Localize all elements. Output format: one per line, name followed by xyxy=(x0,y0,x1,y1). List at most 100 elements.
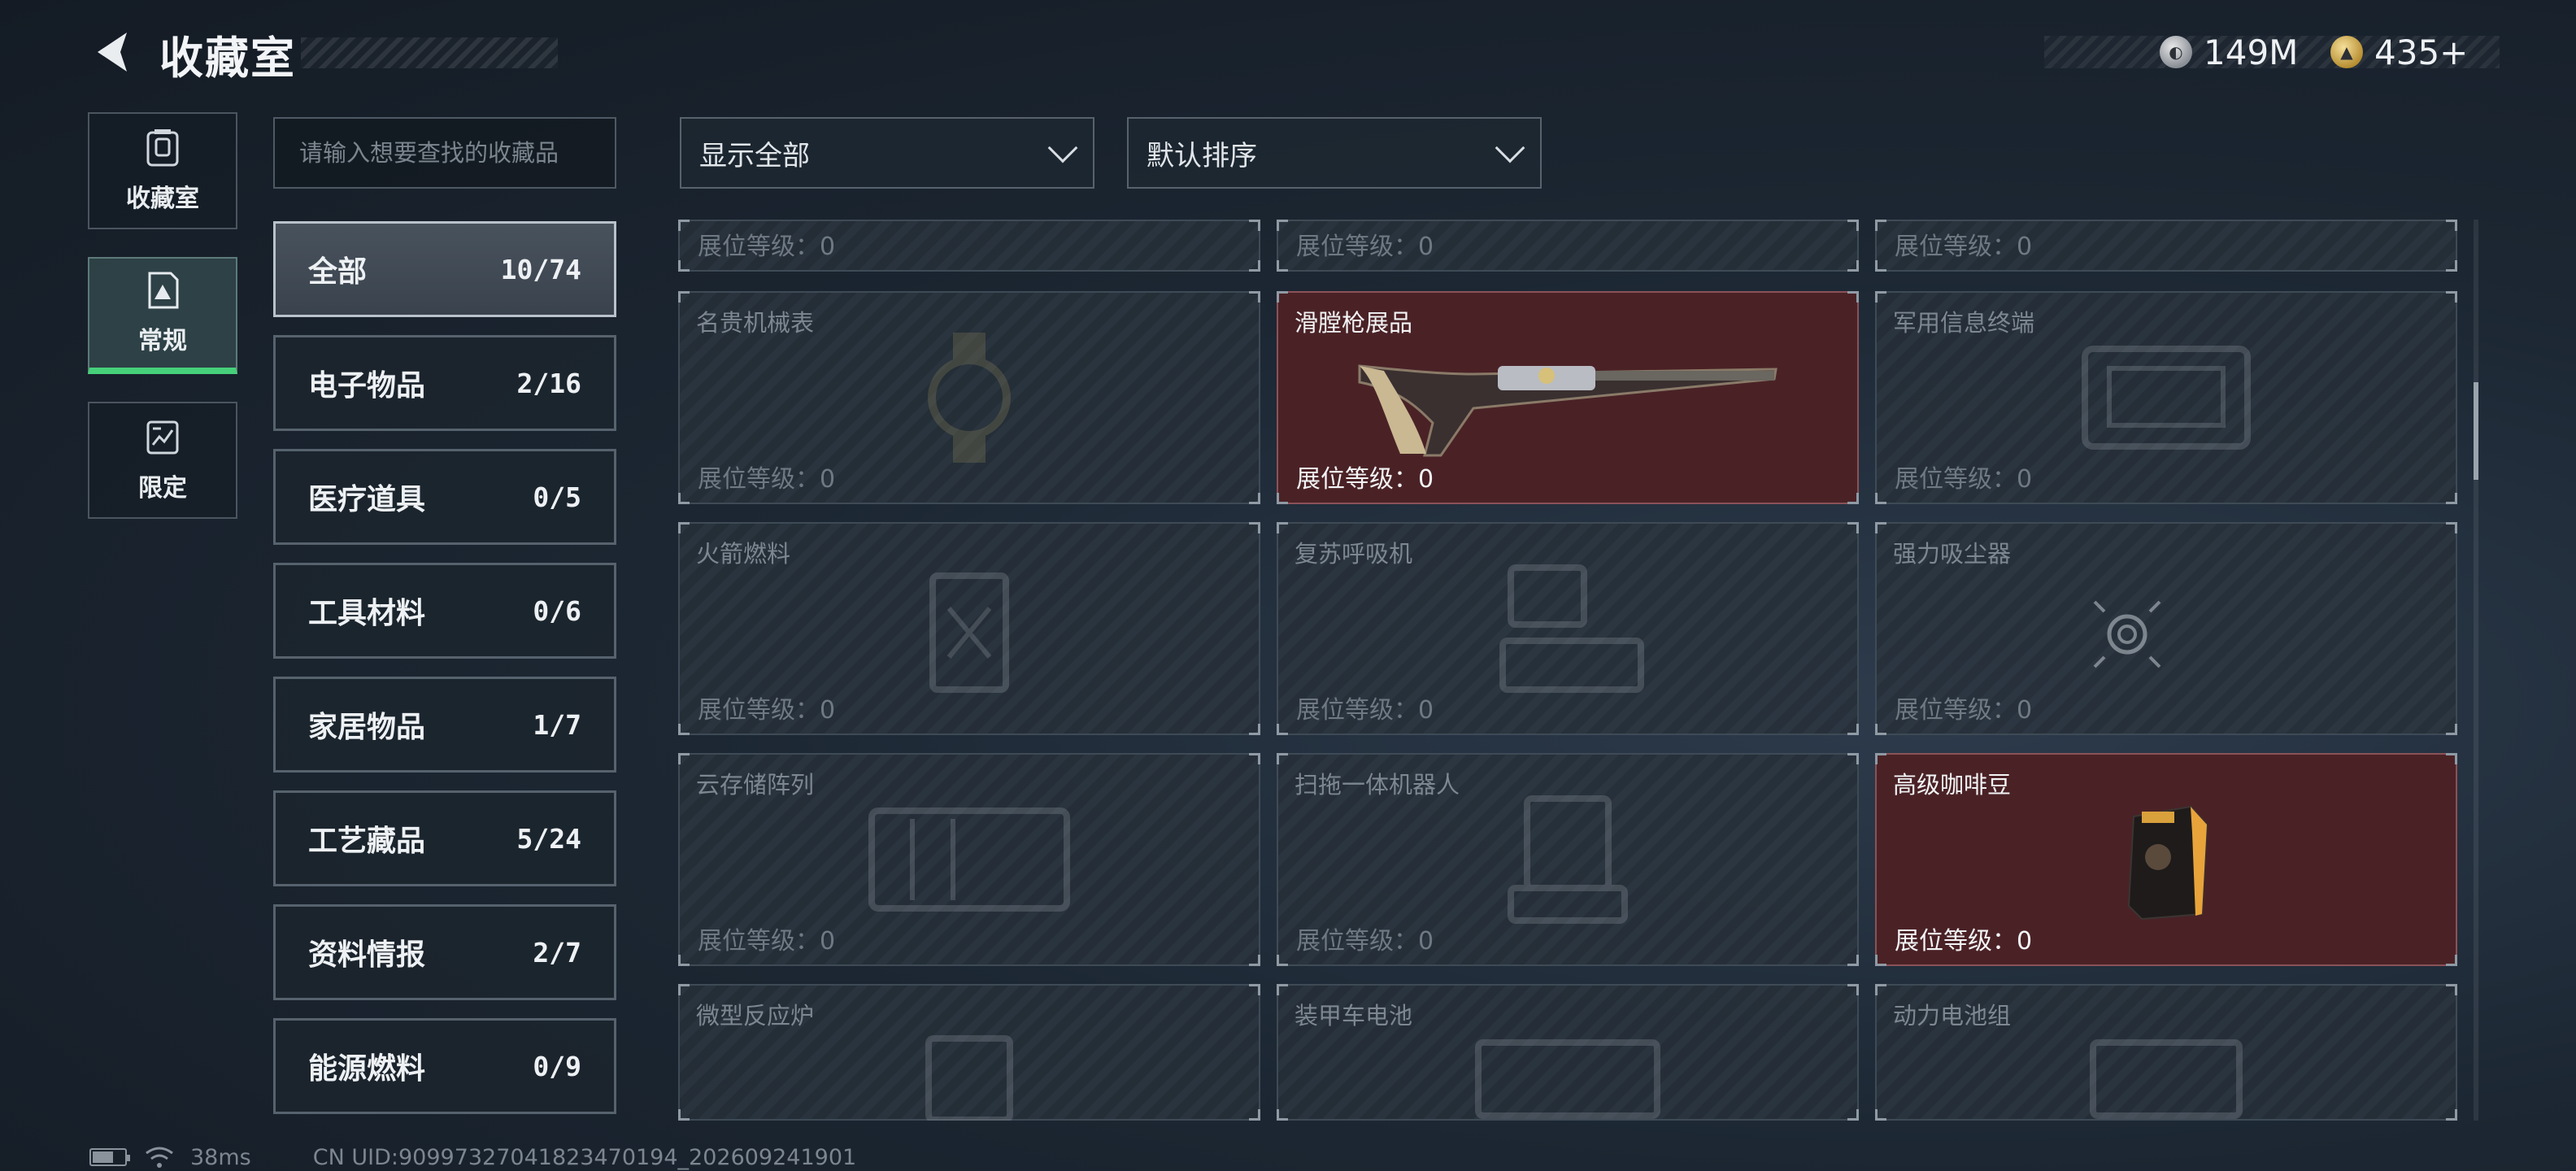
category-medical[interactable]: 医疗道具 0/5 xyxy=(273,449,616,545)
top-bar: 收藏室 ◐ 149M ▲ 435+ xyxy=(0,0,2576,106)
cell-corner-mark xyxy=(1249,493,1260,504)
cell-corner-mark xyxy=(678,724,690,735)
cell-corner-mark xyxy=(1847,522,1859,533)
tab-regular[interactable]: 常规 xyxy=(88,257,237,374)
back-button[interactable] xyxy=(88,26,140,78)
cell-corner-mark xyxy=(1277,1109,1288,1121)
cell-corner-mark xyxy=(1249,260,1260,272)
grid-scrollbar-thumb[interactable] xyxy=(2474,382,2478,480)
cell-corner-mark xyxy=(678,984,690,995)
category-count: 0/6 xyxy=(533,594,581,627)
cell-corner-mark xyxy=(1277,984,1288,995)
cell-corner-mark xyxy=(678,522,690,533)
category-count: 2/16 xyxy=(516,367,581,399)
status-bar: 38ms CN UID:9099732704182347019​4_202609… xyxy=(89,1143,856,1171)
category-count: 10/74 xyxy=(500,253,581,285)
category-electronics[interactable]: 电子物品 2/16 xyxy=(273,335,616,431)
cell-corner-mark xyxy=(1847,753,1859,764)
collection-item[interactable]: 复苏呼吸机 展位等级：0 xyxy=(1277,522,1859,735)
vacuum-placeholder-icon xyxy=(2093,600,2161,668)
cell-corner-mark xyxy=(1847,493,1859,504)
category-name: 医疗道具 xyxy=(308,483,426,516)
currency-silver-value: 149M xyxy=(2204,32,2299,72)
collection-item[interactable]: 展位等级：0 xyxy=(1277,220,1859,272)
collection-item[interactable]: 火箭燃料 展位等级：0 xyxy=(678,522,1260,735)
item-level: 展位等级：0 xyxy=(1296,465,1434,494)
fuel-canister-icon xyxy=(929,572,1009,693)
cell-corner-mark xyxy=(1249,955,1260,966)
category-list: 全部 10/74 电子物品 2/16 医疗道具 0/5 工具材料 0/6 家居物… xyxy=(273,221,616,1132)
collection-item[interactable]: 云存储阵列 展位等级：0 xyxy=(678,753,1260,966)
category-household[interactable]: 家居物品 1/7 xyxy=(273,677,616,773)
grid-scrollbar[interactable] xyxy=(2474,220,2478,1121)
cell-corner-mark xyxy=(1875,724,1886,735)
battery-icon xyxy=(1475,1038,1660,1119)
collection-item-owned[interactable]: 滑膛枪展品 展位等级：0 xyxy=(1277,291,1859,504)
currency-silver[interactable]: ◐ 149M xyxy=(2160,31,2298,73)
sort-value: 默认排序 xyxy=(1147,139,1257,172)
tab-collection-room[interactable]: 收藏室 xyxy=(88,112,237,229)
user-uid: CN UID:9099732704182347019​4_20260924190… xyxy=(312,1144,857,1170)
collection-item[interactable]: 军用信息终端 展位等级：0 xyxy=(1875,291,2457,504)
currency-gold[interactable]: ▲ 435+ xyxy=(2330,31,2468,73)
item-level: 展位等级：0 xyxy=(698,696,836,725)
category-crafts[interactable]: 工艺藏品 5/24 xyxy=(273,790,616,886)
battery-pack-icon xyxy=(2090,1038,2243,1119)
item-name: 火箭燃料 xyxy=(696,540,791,568)
collection-item[interactable]: 微型反应炉 xyxy=(678,984,1260,1121)
collection-item[interactable]: 装甲车电池 xyxy=(1277,984,1859,1121)
category-energy[interactable]: 能源燃料 0/9 xyxy=(273,1018,616,1114)
collection-item[interactable]: 展位等级：0 xyxy=(1875,220,2457,272)
cell-corner-mark xyxy=(1847,984,1859,995)
search-input[interactable] xyxy=(299,139,615,167)
category-name: 电子物品 xyxy=(308,369,426,403)
item-name: 强力吸尘器 xyxy=(1893,540,2012,568)
category-count: 5/24 xyxy=(516,822,581,855)
display-filter-dropdown[interactable]: 显示全部 xyxy=(680,117,1094,189)
tab-limited-label: 限定 xyxy=(138,474,187,503)
cell-corner-mark xyxy=(1875,493,1886,504)
cell-corner-mark xyxy=(1875,260,1886,272)
item-name: 军用信息终端 xyxy=(1893,309,2035,337)
terminal-icon xyxy=(2082,346,2251,450)
cell-corner-mark xyxy=(1249,522,1260,533)
cell-corner-mark xyxy=(2446,493,2457,504)
musket-icon xyxy=(1358,364,1778,457)
search-box[interactable] xyxy=(273,117,616,189)
tab-limited[interactable]: 限定 xyxy=(88,402,237,519)
category-tools[interactable]: 工具材料 0/6 xyxy=(273,563,616,659)
category-count: 2/7 xyxy=(533,936,581,969)
currency-gold-value: 435+ xyxy=(2374,32,2469,72)
category-name: 家居物品 xyxy=(308,711,426,744)
collection-item-owned[interactable]: 高级咖啡豆 展位等级：0 xyxy=(1875,753,2457,966)
collection-item[interactable]: 展位等级：0 xyxy=(678,220,1260,272)
cell-corner-mark xyxy=(1847,955,1859,966)
category-all[interactable]: 全部 10/74 xyxy=(273,221,616,317)
cell-corner-mark xyxy=(678,955,690,966)
collection-item[interactable]: 强力吸尘器 展位等级：0 xyxy=(1875,522,2457,735)
collection-item[interactable]: 动力电池组 xyxy=(1875,984,2457,1121)
category-name: 资料情报 xyxy=(308,938,426,972)
cell-corner-mark xyxy=(1249,220,1260,231)
cell-corner-mark xyxy=(1875,291,1886,303)
silver-coin-icon: ◐ xyxy=(2160,36,2192,68)
cell-corner-mark xyxy=(678,260,690,272)
ventilator-icon xyxy=(1499,564,1644,693)
category-intel[interactable]: 资料情报 2/7 xyxy=(273,904,616,1000)
category-count: 0/9 xyxy=(533,1050,581,1082)
collection-grid: 展位等级：0 展位等级：0 展位等级：0 名贵机械表 展位等级：0 滑膛枪展品 … xyxy=(678,220,2459,1121)
item-name: 名贵机械表 xyxy=(696,309,815,337)
item-name: 扫拖一体机器人 xyxy=(1295,771,1460,799)
item-level: 展位等级：0 xyxy=(1895,233,2033,261)
collection-item[interactable]: 扫拖一体机器人 展位等级：0 xyxy=(1277,753,1859,966)
cell-corner-mark xyxy=(2446,220,2457,231)
collection-item[interactable]: 名贵机械表 展位等级：0 xyxy=(678,291,1260,504)
cell-corner-mark xyxy=(1875,955,1886,966)
cell-corner-mark xyxy=(1249,1109,1260,1121)
category-count: 0/5 xyxy=(533,481,581,513)
category-count: 1/7 xyxy=(533,708,581,741)
wifi-icon xyxy=(146,1147,173,1168)
cell-corner-mark xyxy=(1875,220,1886,231)
cell-corner-mark xyxy=(1249,753,1260,764)
sort-dropdown[interactable]: 默认排序 xyxy=(1127,117,1542,189)
